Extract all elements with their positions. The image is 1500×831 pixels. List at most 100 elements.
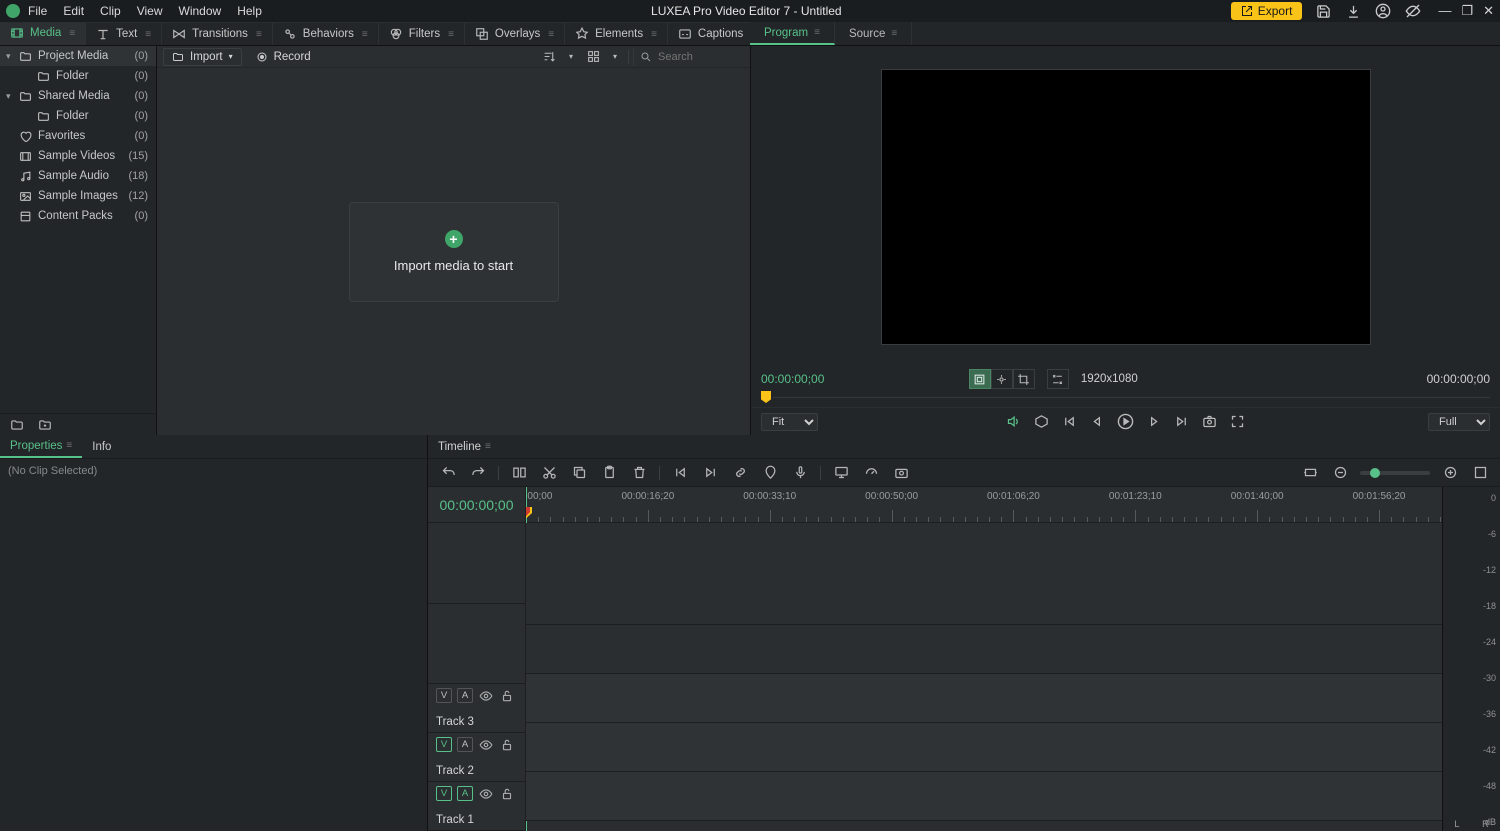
- tab-text[interactable]: Text≡: [86, 23, 162, 45]
- menu-file[interactable]: File: [28, 4, 47, 18]
- menu-clip[interactable]: Clip: [100, 4, 121, 18]
- track-row[interactable]: [526, 674, 1442, 723]
- menu-edit[interactable]: Edit: [63, 4, 84, 18]
- go-out-icon[interactable]: [700, 463, 720, 483]
- track-lock-icon[interactable]: [499, 688, 515, 703]
- menu-window[interactable]: Window: [179, 4, 222, 18]
- close-button[interactable]: ✕: [1483, 3, 1494, 19]
- play-icon[interactable]: [1116, 412, 1136, 432]
- tab-info[interactable]: Info: [82, 435, 121, 458]
- track-row[interactable]: [526, 772, 1442, 821]
- zoom-in-icon[interactable]: [1440, 463, 1460, 483]
- zoom-out-icon[interactable]: [1330, 463, 1350, 483]
- account-icon[interactable]: [1374, 2, 1392, 20]
- link-icon[interactable]: [730, 463, 750, 483]
- tab-elements[interactable]: Elements≡: [565, 23, 668, 45]
- loop-icon[interactable]: [1032, 412, 1052, 432]
- go-in-icon[interactable]: [670, 463, 690, 483]
- tree-item[interactable]: Favorites(0): [0, 126, 156, 146]
- tree-item[interactable]: Sample Audio(18): [0, 166, 156, 186]
- camera-icon[interactable]: [891, 463, 911, 483]
- download-icon[interactable]: [1344, 2, 1362, 20]
- sort-icon[interactable]: [540, 48, 558, 66]
- preview-toggle-icon[interactable]: [1404, 2, 1422, 20]
- quality-select[interactable]: Full: [1428, 413, 1490, 431]
- resolution-settings-icon[interactable]: [1047, 369, 1069, 389]
- cut-icon[interactable]: [539, 463, 559, 483]
- tab-program[interactable]: Program≡: [750, 22, 835, 45]
- menu-view[interactable]: View: [137, 4, 163, 18]
- redo-icon[interactable]: [468, 463, 488, 483]
- tree-item[interactable]: ▾Shared Media(0): [0, 86, 156, 106]
- track-visibility-icon[interactable]: [478, 786, 494, 801]
- track-lock-icon[interactable]: [499, 786, 515, 801]
- paste-icon[interactable]: [599, 463, 619, 483]
- tree-item[interactable]: Content Packs(0): [0, 206, 156, 226]
- fit-timeline-icon[interactable]: [1300, 463, 1320, 483]
- new-bin-icon[interactable]: [36, 416, 54, 434]
- tab-filters[interactable]: Filters≡: [379, 23, 465, 45]
- timeline-options-icon[interactable]: [1470, 463, 1490, 483]
- track-visibility-icon[interactable]: [478, 737, 494, 752]
- tab-media[interactable]: Media≡: [0, 23, 86, 45]
- tab-overlays[interactable]: Overlays≡: [465, 23, 565, 45]
- tab-properties[interactable]: Properties≡: [0, 435, 82, 458]
- split-icon[interactable]: [509, 463, 529, 483]
- monitor-icon[interactable]: [831, 463, 851, 483]
- crop-icon[interactable]: [1013, 369, 1035, 389]
- tree-item[interactable]: Sample Images(12): [0, 186, 156, 206]
- save-icon[interactable]: [1314, 2, 1332, 20]
- import-button[interactable]: Import ▾: [163, 48, 242, 66]
- fullscreen-icon[interactable]: [1228, 412, 1248, 432]
- transform-icon[interactable]: [991, 369, 1013, 389]
- tree-item[interactable]: Folder(0): [0, 106, 156, 126]
- track-visibility-icon[interactable]: [478, 688, 494, 703]
- track-header[interactable]: VATrack 2: [428, 733, 525, 782]
- menu-help[interactable]: Help: [237, 4, 262, 18]
- snapshot-icon[interactable]: [1200, 412, 1220, 432]
- export-button[interactable]: Export: [1231, 2, 1303, 20]
- import-dropzone[interactable]: + Import media to start: [349, 202, 559, 302]
- tab-source[interactable]: Source≡: [835, 22, 912, 45]
- zoom-slider[interactable]: [1360, 471, 1430, 475]
- tree-item[interactable]: Sample Videos(15): [0, 146, 156, 166]
- grid-view-icon[interactable]: [584, 48, 602, 66]
- go-end-icon[interactable]: [1172, 412, 1192, 432]
- track-video-toggle[interactable]: V: [436, 688, 452, 703]
- track-header[interactable]: VATrack 3: [428, 684, 525, 733]
- tree-item[interactable]: Folder(0): [0, 66, 156, 86]
- track-audio-toggle[interactable]: A: [457, 786, 473, 801]
- delete-icon[interactable]: [629, 463, 649, 483]
- tab-behaviors[interactable]: Behaviors≡: [273, 23, 379, 45]
- voiceover-icon[interactable]: [790, 463, 810, 483]
- record-button[interactable]: Record: [248, 48, 319, 66]
- step-forward-icon[interactable]: [1144, 412, 1164, 432]
- timeline-canvas[interactable]: 00:00:00;0000:00:16;2000:00:33;1000:00:5…: [526, 487, 1442, 831]
- go-start-icon[interactable]: [1060, 412, 1080, 432]
- track-video-toggle[interactable]: V: [436, 737, 452, 752]
- step-back-icon[interactable]: [1088, 412, 1108, 432]
- undo-icon[interactable]: [438, 463, 458, 483]
- tree-item[interactable]: ▾Project Media(0): [0, 46, 156, 66]
- tab-timeline[interactable]: Timeline≡: [428, 435, 501, 458]
- track-audio-toggle[interactable]: A: [457, 688, 473, 703]
- speed-icon[interactable]: [861, 463, 881, 483]
- minimize-button[interactable]: —: [1438, 3, 1451, 19]
- track-video-toggle[interactable]: V: [436, 786, 452, 801]
- tab-transitions[interactable]: Transitions≡: [162, 23, 273, 45]
- preview-scrubber[interactable]: [751, 391, 1500, 407]
- track-audio-toggle[interactable]: A: [457, 737, 473, 752]
- volume-icon[interactable]: [1004, 412, 1024, 432]
- timeline-ruler[interactable]: 00:00:00;0000:00:16;2000:00:33;1000:00:5…: [526, 487, 1442, 523]
- sort-dropdown-icon[interactable]: ▾: [562, 48, 580, 66]
- view-dropdown-icon[interactable]: ▾: [606, 48, 624, 66]
- preview-canvas[interactable]: [881, 69, 1371, 345]
- track-lock-icon[interactable]: [499, 737, 515, 752]
- maximize-button[interactable]: ❐: [1461, 3, 1473, 19]
- new-folder-icon[interactable]: [8, 416, 26, 434]
- safe-zone-icon[interactable]: [969, 369, 991, 389]
- copy-icon[interactable]: [569, 463, 589, 483]
- playhead-marker-icon[interactable]: [761, 391, 771, 403]
- track-row[interactable]: [526, 723, 1442, 772]
- search-input[interactable]: [658, 51, 738, 63]
